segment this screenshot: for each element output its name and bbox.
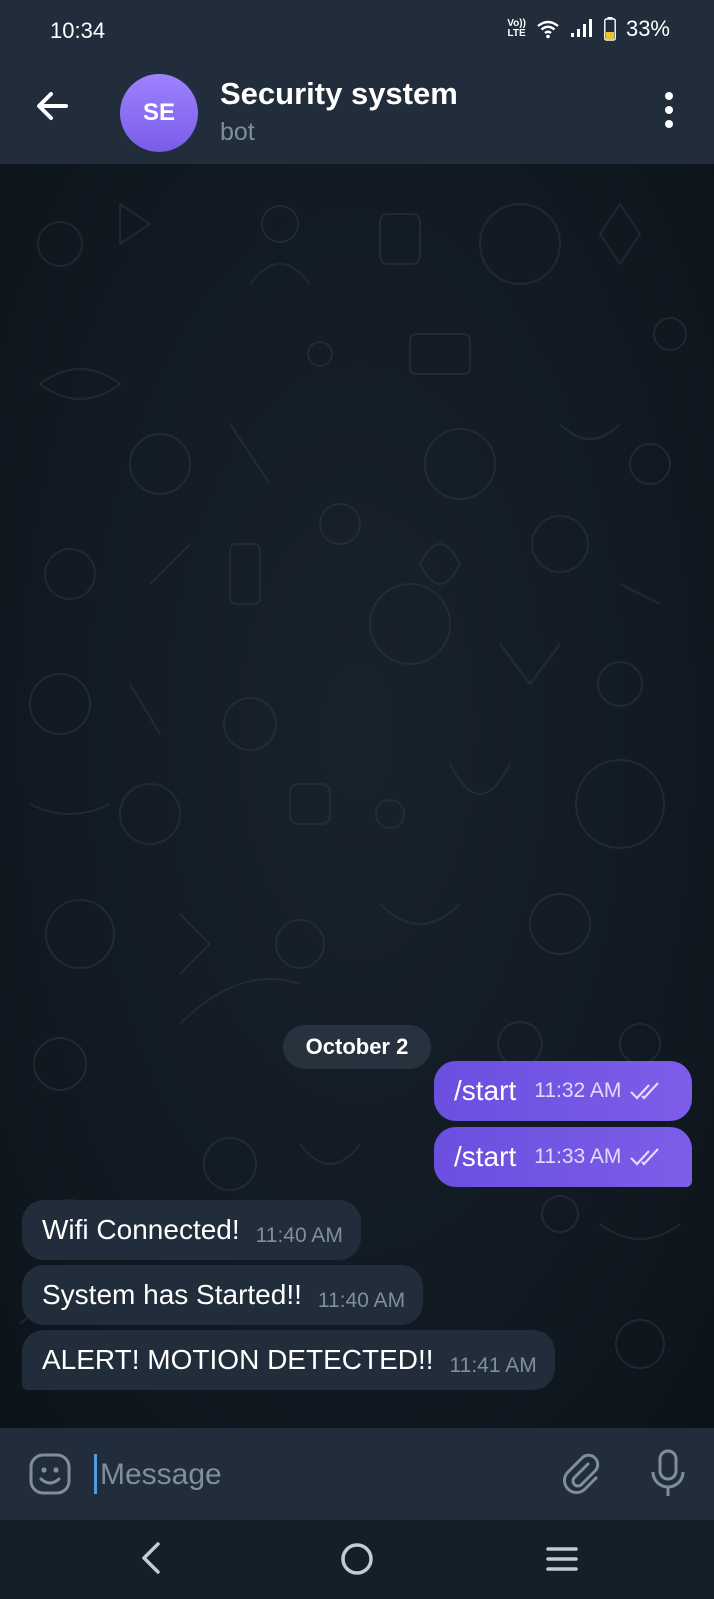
system-nav-bar <box>0 1520 714 1599</box>
incoming-message[interactable]: Wifi Connected! 11:40 AM <box>22 1200 361 1260</box>
volte-indicator: Vo)) LTE <box>507 18 526 39</box>
message-text: /start <box>454 1141 517 1172</box>
message-text: System has Started!! <box>42 1279 302 1310</box>
chat-subtitle: bot <box>220 118 255 146</box>
outgoing-message[interactable]: /start 11:33 AM <box>434 1127 692 1187</box>
avatar-initials: SE <box>142 99 175 126</box>
chat-area[interactable]: October 2 /start 11:32 AM /start 11:33 A… <box>0 164 714 1428</box>
message-text: ALERT! MOTION DETECTED!! <box>42 1344 434 1375</box>
incoming-message[interactable]: ALERT! MOTION DETECTED!! 11:41 AM <box>22 1330 555 1390</box>
nav-home-icon[interactable] <box>338 1540 376 1578</box>
message-input[interactable] <box>98 1450 522 1500</box>
date-separator: October 2 <box>283 1025 431 1069</box>
message-time: 11:40 AM <box>317 1289 406 1312</box>
message-time: 11:32 AM <box>534 1079 622 1102</box>
double-check-icon <box>630 1148 660 1166</box>
mic-icon[interactable] <box>646 1448 690 1500</box>
attach-icon[interactable] <box>558 1450 606 1498</box>
message-text: Wifi Connected! <box>42 1214 240 1245</box>
status-icons: Vo)) LTE 33% <box>507 16 670 42</box>
chat-header: SE Security system bot <box>0 60 714 164</box>
wifi-icon <box>537 20 559 39</box>
message-text: /start <box>454 1075 517 1106</box>
outgoing-message[interactable]: /start 11:32 AM <box>434 1061 692 1121</box>
message-composer <box>0 1428 714 1520</box>
back-arrow-icon[interactable] <box>28 82 76 130</box>
signal-icon <box>570 19 592 37</box>
nav-recent-icon[interactable] <box>542 1542 582 1576</box>
emoji-icon[interactable] <box>28 1452 72 1496</box>
message-time: 11:40 AM <box>255 1224 343 1247</box>
status-bar: 10:34 Vo)) LTE 33% <box>0 0 714 60</box>
more-vertical-icon[interactable] <box>654 88 684 132</box>
avatar[interactable]: SE <box>120 74 198 152</box>
message-time: 11:41 AM <box>449 1354 537 1377</box>
nav-back-icon[interactable] <box>134 1538 170 1578</box>
battery-level: 33% <box>625 16 670 41</box>
battery-icon <box>604 17 616 41</box>
message-time: 11:33 AM <box>534 1145 622 1168</box>
chat-title[interactable]: Security system <box>220 76 458 112</box>
text-cursor <box>94 1454 97 1494</box>
double-check-icon <box>630 1082 660 1100</box>
status-time: 10:34 <box>50 18 106 43</box>
incoming-message[interactable]: System has Started!! 11:40 AM <box>22 1265 424 1325</box>
